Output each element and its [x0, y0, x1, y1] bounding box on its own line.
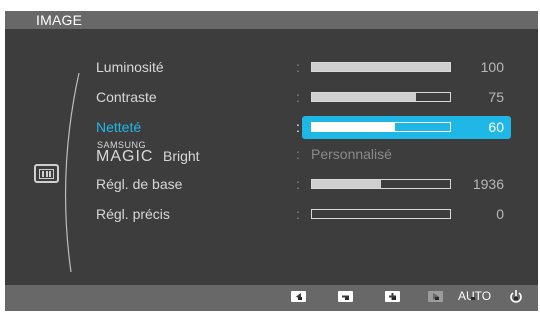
level-fill [312, 63, 450, 71]
menu-item-label: Contraste [96, 89, 157, 105]
button-tick [345, 297, 349, 300]
separator: : [296, 119, 300, 135]
separator: : [296, 176, 300, 192]
button-tick [471, 297, 475, 300]
separator: : [296, 206, 300, 222]
menu-item-luminosite[interactable]: Luminosité : 100 [5, 56, 538, 79]
level-value: 100 [480, 59, 504, 75]
level-value: 0 [496, 206, 504, 222]
separator: : [296, 89, 300, 105]
level-fill [312, 93, 416, 101]
menu-item-regl-de-base[interactable]: Régl. de base : 1936 [5, 173, 538, 196]
level-value: 60 [488, 119, 504, 135]
separator: : [296, 59, 300, 75]
menu-item-contraste[interactable]: Contraste : 75 [5, 86, 538, 109]
separator: : [296, 146, 300, 162]
osd-panel: IMAGE Luminosité : 100 Contraste : 75 Ne… [5, 11, 538, 311]
button-tick [435, 297, 439, 300]
button-tick [392, 297, 396, 300]
button-tick [514, 297, 518, 300]
menu-item-label: Netteté [96, 119, 142, 135]
level-bar[interactable] [311, 62, 451, 72]
level-fill [312, 123, 395, 131]
bottom-button-bar: AUTO [5, 285, 538, 311]
menu-item-label: Luminosité [96, 59, 164, 75]
level-value: 1936 [472, 176, 504, 192]
power-icon[interactable] [509, 288, 523, 304]
level-bar[interactable] [311, 122, 451, 132]
level-value: 75 [488, 89, 504, 105]
menu-item-label: Régl. précis [96, 206, 170, 222]
button-tick [298, 297, 302, 300]
menu-item-label: Régl. de base [96, 176, 183, 192]
magic-brand-text: MAGIC [96, 148, 154, 165]
level-bar[interactable] [311, 209, 451, 219]
level-bar[interactable] [311, 92, 451, 102]
title-bar: IMAGE [5, 11, 538, 29]
menu-item-regl-precis[interactable]: Régl. précis : 0 [5, 203, 538, 226]
menu-item-magic-bright[interactable]: SAMSUNG MAGIC Bright : Personnalisé [5, 139, 538, 169]
level-fill [312, 180, 381, 188]
menu-title: IMAGE [36, 12, 83, 28]
menu-item-nettete[interactable]: Netteté : 60 [5, 116, 538, 139]
mode-value: Personnalisé [311, 146, 392, 162]
menu-item-label: Bright [163, 148, 200, 164]
level-bar[interactable] [311, 179, 451, 189]
